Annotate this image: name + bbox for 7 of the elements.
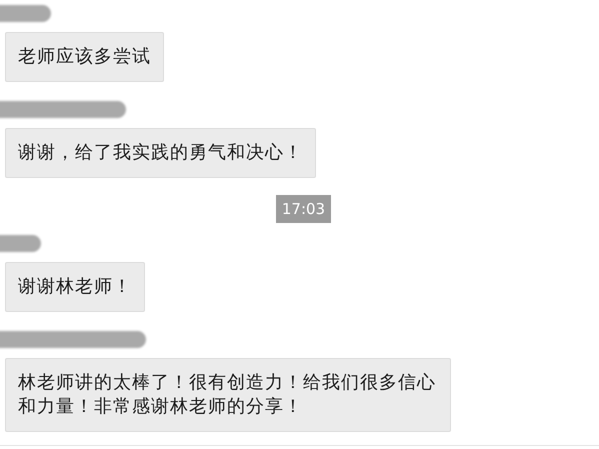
blurred-name — [0, 235, 41, 252]
message-bubble: 老师应该多尝试 — [5, 32, 164, 82]
message-bubble: 谢谢，给了我实践的勇气和决心！ — [5, 128, 316, 178]
blurred-name — [0, 5, 51, 22]
message-bubble: 林老师讲的太棒了！很有创造力！给我们很多信心和力量！非常感谢林老师的分享！ — [5, 358, 451, 432]
message-bubble: 谢谢林老师！ — [5, 262, 145, 312]
timestamp: 17:03 — [276, 195, 332, 223]
